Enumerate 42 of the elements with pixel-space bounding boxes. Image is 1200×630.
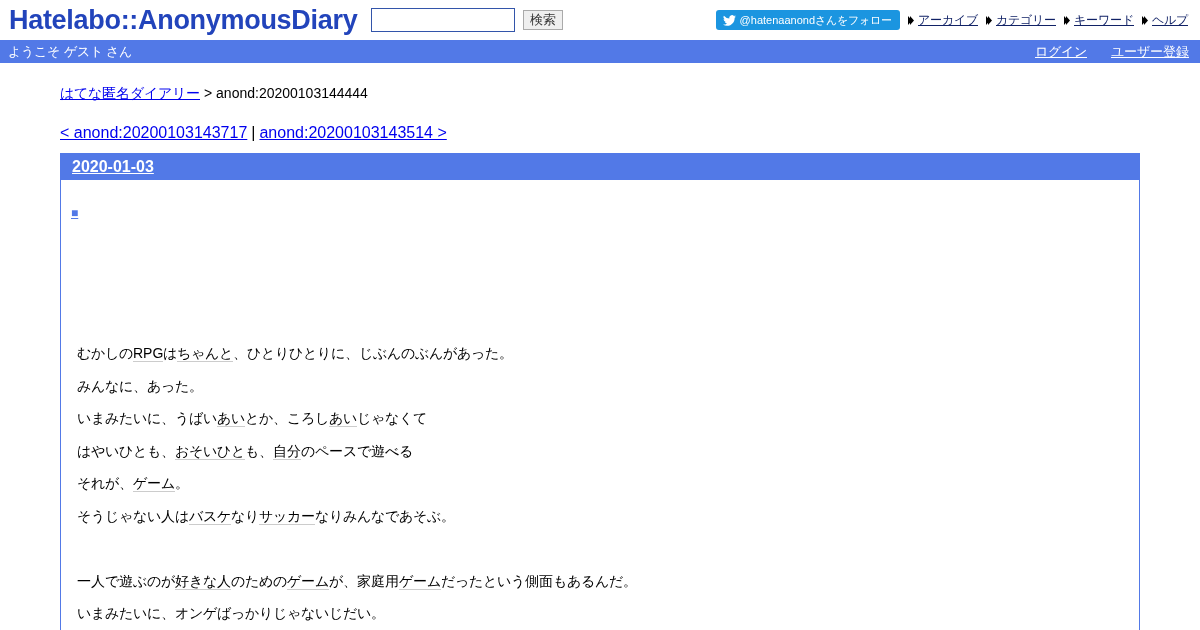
search-button[interactable]: 検索	[523, 10, 564, 30]
welcome-text: ようこそ ゲスト さん	[8, 42, 133, 61]
keyword-link[interactable]: RPG	[133, 345, 164, 362]
keyword-link[interactable]: 自分	[273, 442, 301, 460]
keyword-link[interactable]: ゲーム	[133, 475, 175, 492]
keyword-link[interactable]: バスケ	[189, 507, 231, 525]
nav-link[interactable]: アーカイブ	[918, 11, 978, 29]
keyword-link[interactable]: サッカー	[259, 507, 315, 525]
bird-icon	[722, 14, 736, 26]
body-text: いまみたいに、オンゲばっかりじゃないじだい。	[76, 604, 386, 623]
nav-link[interactable]: カテゴリー	[996, 11, 1056, 29]
keyword-link[interactable]: ゲーム	[399, 572, 441, 590]
search-field[interactable]	[371, 8, 516, 32]
body-text: そうじゃない人はバスケなりサッカーなりみんなであそぶ。	[76, 506, 456, 527]
keyword-link[interactable]: ちゃんと	[177, 345, 234, 362]
body-text: 一人で遊ぶのが好きな人のためのゲームが、家庭用ゲームだったという側面もあるんだ。	[76, 571, 638, 592]
entry-date-link[interactable]: 2020-01-03	[72, 155, 154, 179]
breadcrumb-link[interactable]: はてな匿名ダイアリー	[60, 83, 200, 104]
body-text: いまみたいに、うばいあい とか、ころし あい じゃなくて	[76, 409, 428, 429]
site-logo[interactable]: Hatelabo::AnonymousDiary	[9, 0, 358, 41]
keyword-link[interactable]: ゲーム	[287, 572, 329, 590]
body-text: むかしのRPGはちゃんと、ひとりひとりに、じぶんのぶんがあった。	[76, 344, 515, 364]
chevron-icon	[1142, 15, 1148, 25]
breadcrumb-current: > anond:20200103144444	[204, 84, 368, 103]
keyword-link[interactable]: 好きな人	[175, 572, 231, 590]
keyword-link[interactable]: あい	[217, 410, 245, 427]
nav-link[interactable]: ヘルプ	[1152, 11, 1188, 29]
next-entry-link[interactable]: anond:20200103143514 >	[259, 121, 447, 145]
account-link[interactable]: ログイン	[1035, 41, 1087, 62]
body-text: はやいひとも、おそいひと も、自分のペースで遊べる	[76, 441, 414, 462]
entry-anchor-link[interactable]: ■	[71, 204, 79, 222]
separator-text: |	[251, 123, 256, 143]
chevron-icon	[986, 15, 992, 25]
keyword-link[interactable]: おそいひと	[175, 442, 245, 460]
chevron-icon	[908, 15, 914, 25]
nav-link[interactable]: キーワード	[1074, 11, 1134, 29]
keyword-link[interactable]: あい	[329, 410, 357, 427]
body-text: みんなに、あった。	[76, 376, 204, 396]
account-link[interactable]: ユーザー登録	[1111, 41, 1189, 62]
chevron-icon	[1064, 15, 1070, 25]
prev-entry-link[interactable]: < anond:20200103143717	[60, 121, 248, 145]
body-text: それが、ゲーム。	[76, 474, 190, 494]
